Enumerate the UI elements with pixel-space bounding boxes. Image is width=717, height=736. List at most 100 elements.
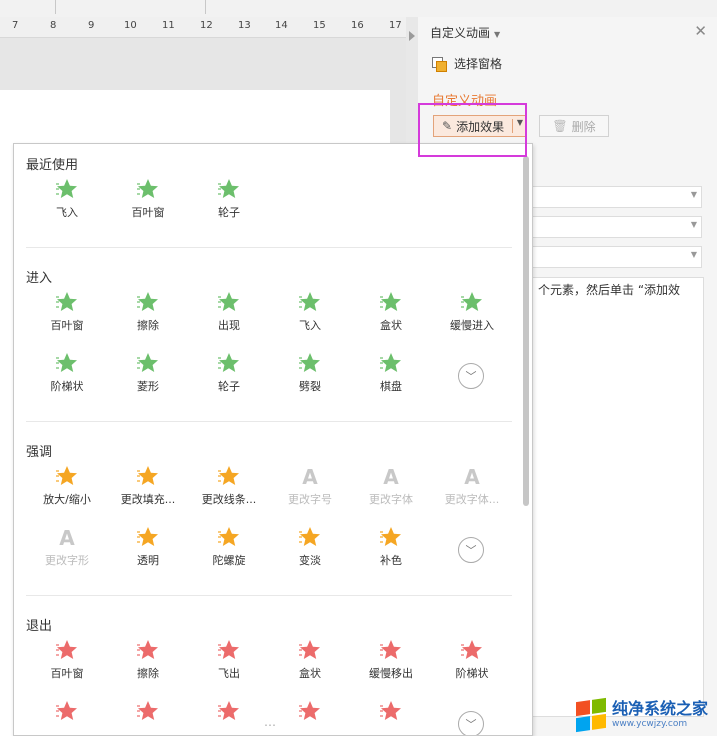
effect-star-icon [217,699,241,723]
effect-item[interactable]: 棋盘 [351,351,431,394]
effect-item[interactable]: 百叶窗 [108,177,188,220]
checkerboard-star-icon [379,351,403,375]
collapse-arrow-icon[interactable] [409,31,415,41]
effect-item[interactable] [351,699,431,723]
effect-label: 补色 [380,554,402,567]
effect-item[interactable]: 缓慢进入 [432,290,512,333]
effect-item[interactable]: 阶梯状 [432,638,512,681]
effect-label: 飞入 [56,206,78,219]
font-color-icon: A [460,464,484,489]
effect-item[interactable]: 飞入 [270,290,350,333]
effect-item: A 更改字形 [27,525,107,568]
effect-label: 百叶窗 [50,667,84,680]
effect-item[interactable]: 飞入 [27,177,107,220]
section-title-recent: 最近使用 [26,158,79,173]
chevron-down-icon: ▼ [690,190,697,199]
expand-more-button[interactable]: ﹀ [458,711,484,735]
effect-item[interactable]: 百叶窗 [27,638,107,681]
effect-item[interactable]: 飞出 [189,638,269,681]
effect-item[interactable]: 轮子 [189,177,269,220]
effect-item[interactable]: 补色 [351,525,431,568]
chevron-down-icon: ﹀ [465,544,477,557]
effect-label: 更改填充... [120,493,176,506]
wheel-star-icon [217,351,241,375]
blinds-star-icon [136,177,160,201]
effect-item[interactable]: 擦除 [108,290,188,333]
windows-logo-icon [576,697,606,733]
start-select[interactable]: ▼ [529,186,702,208]
scrollbar-thumb[interactable] [523,156,529,506]
expand-more-button[interactable]: ﹀ [458,537,484,563]
complementary-color-star-icon [379,525,403,549]
split-star-icon [298,351,322,375]
watermark-url: www.ycwjzy.com [612,719,688,729]
effect-item[interactable] [27,699,107,723]
effect-label: 缓慢移出 [369,667,413,680]
font-size-icon: A [298,464,322,489]
crawl-out-star-icon [379,638,403,662]
effect-item[interactable]: 放大/缩小 [27,464,107,507]
effect-item[interactable]: 百叶窗 [27,290,107,333]
effect-label: 更改线条... [201,493,257,506]
horizontal-ruler[interactable]: 7 8 9 10 11 12 13 14 15 16 17 [0,17,406,38]
effect-item[interactable]: 透明 [108,525,188,568]
effect-item: A 更改字体 [351,464,431,507]
effect-star-icon [136,699,160,723]
effect-label: 劈裂 [299,380,321,393]
fly-out-star-icon [217,638,241,662]
effect-label: 出现 [218,319,240,332]
trash-icon: 🗑 [552,119,568,133]
property-select[interactable]: ▼ [529,216,702,238]
ruler-number: 9 [88,20,95,31]
effect-label: 更改字体 [369,493,413,506]
effect-item[interactable] [108,699,188,723]
effect-label: 变淡 [299,554,321,567]
effect-item[interactable] [270,699,350,723]
effect-item[interactable]: 出现 [189,290,269,333]
section-title-entrance: 进入 [26,271,53,286]
effects-dropdown: 最近使用 飞入 百叶窗 轮子 进入 百叶窗 擦除 出现 飞入 盒状 缓慢进入 阶… [13,143,533,736]
top-toolbar-strip [0,0,717,18]
effect-label: 陀螺旋 [212,554,246,567]
ruler-number: 13 [238,20,251,31]
resize-grip-icon[interactable]: ⋯ [264,718,277,732]
close-icon[interactable]: ✕ [694,22,707,40]
wipe-star-icon [136,290,160,314]
ruler-number: 12 [200,20,213,31]
svg-text:A: A [59,526,75,549]
effect-label: 阶梯状 [455,667,489,680]
effect-item[interactable]: 轮子 [189,351,269,394]
effect-label: 放大/缩小 [43,493,91,506]
effect-item[interactable]: 变淡 [270,525,350,568]
ruler-number: 11 [162,20,175,31]
chevron-down-icon: ▼ [690,250,697,259]
selection-pane-link[interactable]: 选择窗格 [432,55,502,72]
pane-title[interactable]: 自定义动画 ▼ [430,24,500,41]
effect-item[interactable]: 盒状 [351,290,431,333]
effect-star-icon [379,699,403,723]
effect-item[interactable]: 更改线条... [189,464,269,507]
change-line-icon [217,464,241,488]
ruler-number: 15 [313,20,326,31]
selection-pane-label: 选择窗格 [454,57,503,71]
delete-button[interactable]: 🗑 删除 [539,115,609,137]
effect-item[interactable]: 更改填充... [108,464,188,507]
effect-label: 盒状 [299,667,321,680]
animation-list[interactable]: 个元素，然后单击 “添加效 [529,277,704,717]
effect-item[interactable]: 擦除 [108,638,188,681]
expand-more-button[interactable]: ﹀ [458,363,484,389]
ruler-number: 16 [351,20,364,31]
effect-item[interactable]: 劈裂 [270,351,350,394]
effect-item: A 更改字号 [270,464,350,507]
effect-item[interactable]: 阶梯状 [27,351,107,394]
effect-item[interactable]: 缓慢移出 [351,638,431,681]
effect-item[interactable]: 盒状 [270,638,350,681]
ruler-number: 10 [124,20,137,31]
speed-select[interactable]: ▼ [529,246,702,268]
effect-item[interactable] [189,699,269,723]
section-title-emphasis: 强调 [26,445,53,460]
effect-item[interactable]: 陀螺旋 [189,525,269,568]
effect-item[interactable]: 菱形 [108,351,188,394]
effect-label: 缓慢进入 [450,319,494,332]
effect-label: 透明 [137,554,159,567]
